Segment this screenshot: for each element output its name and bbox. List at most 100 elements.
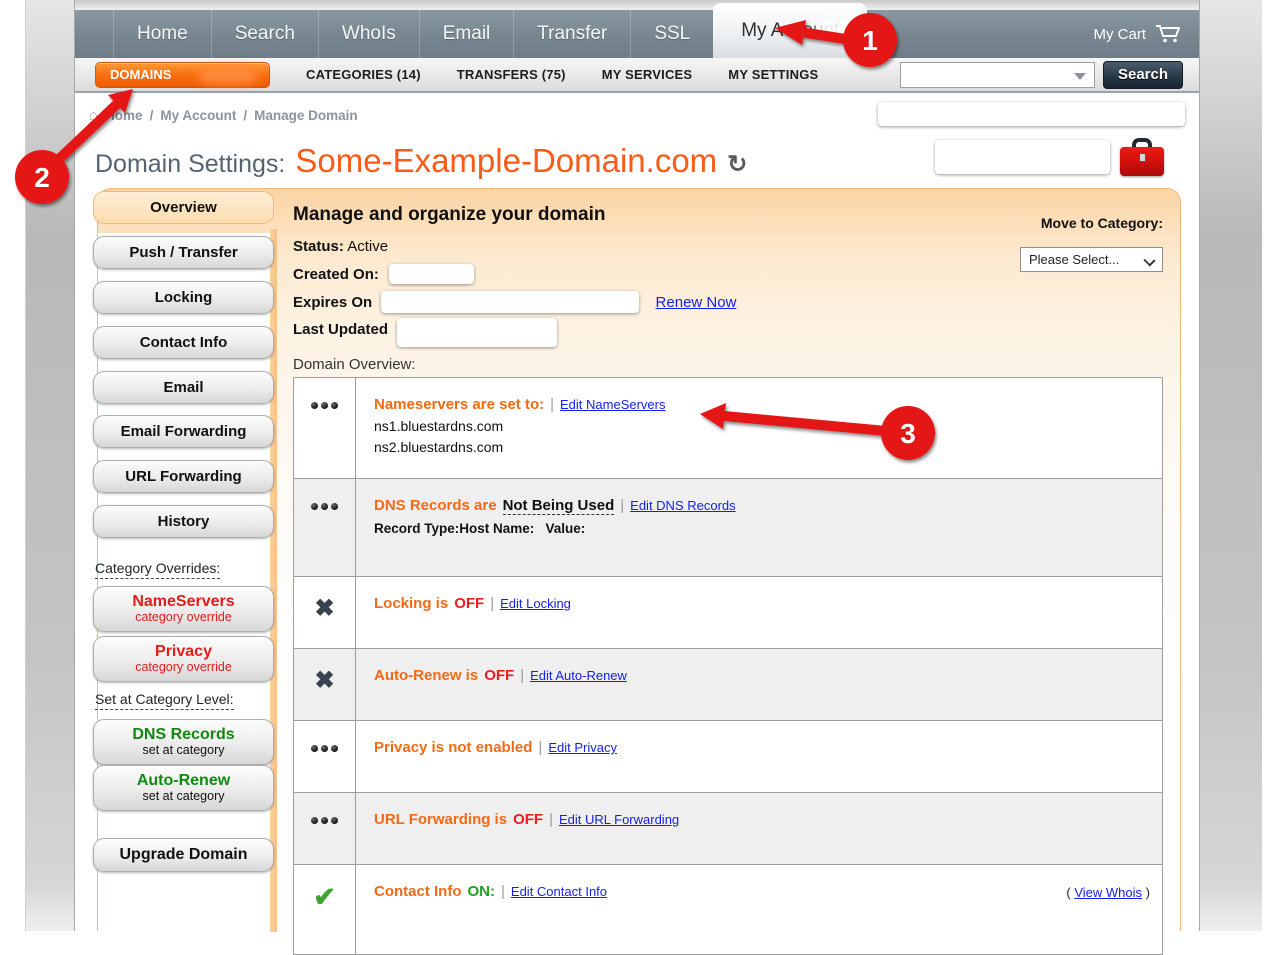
row-status: OFF <box>484 667 514 684</box>
sidebar-item-upgrade-domain[interactable]: Upgrade Domain <box>93 838 274 872</box>
separator: | <box>620 497 624 514</box>
edit-contact-info-link[interactable]: Edit Contact Info <box>511 884 607 899</box>
my-cart-link[interactable]: My Cart <box>1094 26 1147 43</box>
sidebar-item-url-forwarding[interactable]: URL Forwarding <box>93 460 274 493</box>
subnav-tab-my-settings[interactable]: MY SETTINGS <box>728 67 818 82</box>
chevron-down-icon <box>1143 254 1155 266</box>
domain-overview-table: Nameservers are set to: | Edit NameServe… <box>293 377 1163 955</box>
redaction-blur <box>199 68 257 83</box>
edit-nameservers-link[interactable]: Edit NameServers <box>560 397 665 412</box>
separator: | <box>490 595 494 612</box>
nav-tab-my-account[interactable]: My Account <box>713 3 867 58</box>
table-row-privacy: Privacy is not enabled | Edit Privacy <box>294 720 1162 792</box>
subnav-tab-categories[interactable]: CATEGORIES (14) <box>306 67 421 82</box>
created-line: Created On: <box>293 264 474 284</box>
category-overrides-label[interactable]: Category Overrides: <box>95 560 220 579</box>
page-gutter-right <box>1199 0 1262 931</box>
table-row-locking: ✖ Locking is OFF | Edit Locking <box>294 576 1162 648</box>
sidebar-item-nameservers-override[interactable]: NameServers category override <box>93 586 274 632</box>
refresh-icon[interactable]: ↻ <box>727 150 747 179</box>
sidebar-item-auto-renew-category[interactable]: Auto-Renew set at category <box>93 765 274 811</box>
search-input[interactable] <box>900 62 1095 88</box>
edit-url-forwarding-link[interactable]: Edit URL Forwarding <box>559 812 679 827</box>
updated-line: Last Updated <box>293 318 557 347</box>
category-subtitle: set at category <box>143 744 225 757</box>
status-label: Status: <box>293 238 344 255</box>
nav-tab-transfer[interactable]: Transfer <box>513 10 630 58</box>
redacted-value-box <box>381 291 639 313</box>
separator: | <box>550 396 554 413</box>
row-status: Not Being Used <box>503 497 615 515</box>
sidebar-item-privacy-override[interactable]: Privacy category override <box>93 636 274 682</box>
breadcrumb-home[interactable]: Home <box>105 108 143 123</box>
sidebar-item-history[interactable]: History <box>93 505 274 538</box>
dots-icon <box>294 378 356 478</box>
nav-right: My Cart <box>1094 10 1200 58</box>
nav-tab-ssl[interactable]: SSL <box>630 10 713 58</box>
expires-line: Expires On Renew Now <box>293 291 736 313</box>
nav-tab-search[interactable]: Search <box>211 10 318 58</box>
row-title: Privacy is not enabled <box>374 739 532 756</box>
nameserver-1: ns1.bluestardns.com <box>374 418 1152 434</box>
redacted-value-box <box>878 102 1185 126</box>
page-title-prefix: Domain Settings: <box>95 150 285 179</box>
breadcrumb-separator: / <box>150 108 154 123</box>
breadcrumb-my-account[interactable]: My Account <box>160 108 236 123</box>
home-icon: ⌂ <box>89 107 98 124</box>
nameserver-2: ns2.bluestardns.com <box>374 439 1152 455</box>
page-title: Domain Settings: Some-Example-Domain.com… <box>95 142 747 180</box>
cross-icon: ✖ <box>294 649 356 720</box>
nav-tab-email[interactable]: Email <box>419 10 514 58</box>
renew-now-link[interactable]: Renew Now <box>656 294 737 311</box>
section-heading: Manage and organize your domain <box>293 204 606 226</box>
toolbox-icon[interactable] <box>1120 138 1164 178</box>
override-title: Privacy <box>155 644 212 661</box>
row-title: Locking is <box>374 595 448 612</box>
check-icon: ✔ <box>294 865 356 954</box>
row-title: Contact Info <box>374 883 462 900</box>
row-status: OFF <box>513 811 543 828</box>
move-to-category-select[interactable]: Please Select... <box>1020 247 1163 272</box>
cart-icon[interactable] <box>1155 24 1181 44</box>
site-container: Home Search WhoIs Email Transfer SSL My … <box>75 0 1199 931</box>
account-subnav: DOMAINS CATEGORIES (14) TRANSFERS (75) M… <box>75 58 1199 93</box>
table-row-url-forwarding: URL Forwarding is OFF | Edit URL Forward… <box>294 792 1162 864</box>
category-title: Auto-Renew <box>137 773 230 790</box>
edit-privacy-link[interactable]: Edit Privacy <box>548 740 617 755</box>
page-gutter-left <box>25 0 75 931</box>
sidebar-item-locking[interactable]: Locking <box>93 281 274 314</box>
separator: | <box>549 811 553 828</box>
subnav-search-area: Search <box>900 61 1199 89</box>
sidebar-item-overview[interactable]: Overview <box>93 191 274 224</box>
separator: | <box>538 739 542 756</box>
subnav-tab-domains[interactable]: DOMAINS <box>95 62 270 88</box>
row-title: Nameservers are set to: <box>374 396 544 413</box>
edit-locking-link[interactable]: Edit Locking <box>500 596 571 611</box>
table-row-auto-renew: ✖ Auto-Renew is OFF | Edit Auto-Renew <box>294 648 1162 720</box>
category-subtitle: set at category <box>143 790 225 803</box>
expires-label: Expires On <box>293 294 372 311</box>
sidebar-item-contact-info[interactable]: Contact Info <box>93 326 274 359</box>
sidebar-item-email-forwarding[interactable]: Email Forwarding <box>93 415 274 448</box>
table-row-dns-records: DNS Records are Not Being Used | Edit DN… <box>294 478 1162 576</box>
edit-dns-records-link[interactable]: Edit DNS Records <box>630 498 735 513</box>
table-row-contact-info: ✔ Contact Info ON: | Edit Contact Info (… <box>294 864 1162 954</box>
sidebar-item-email[interactable]: Email <box>93 371 274 404</box>
subnav-tab-transfers[interactable]: TRANSFERS (75) <box>457 67 566 82</box>
subnav-tab-my-services[interactable]: MY SERVICES <box>602 67 693 82</box>
updated-label: Last Updated <box>293 321 388 338</box>
search-button[interactable]: Search <box>1103 61 1183 89</box>
row-title: DNS Records are <box>374 497 497 514</box>
nav-tab-home[interactable]: Home <box>113 10 211 58</box>
dots-icon <box>294 793 356 864</box>
chevron-down-icon[interactable] <box>1074 73 1086 80</box>
view-whois-link[interactable]: View Whois <box>1074 885 1142 900</box>
record-headers: Record Type:Host Name: Value: <box>374 521 1152 536</box>
redaction-blur <box>815 19 861 41</box>
nav-tab-whois[interactable]: WhoIs <box>318 10 419 58</box>
created-label: Created On: <box>293 266 379 283</box>
sidebar-item-dns-records-category[interactable]: DNS Records set at category <box>93 719 274 765</box>
sidebar-item-push-transfer[interactable]: Push / Transfer <box>93 236 274 269</box>
set-at-category-label[interactable]: Set at Category Level: <box>95 691 234 710</box>
edit-auto-renew-link[interactable]: Edit Auto-Renew <box>530 668 627 683</box>
